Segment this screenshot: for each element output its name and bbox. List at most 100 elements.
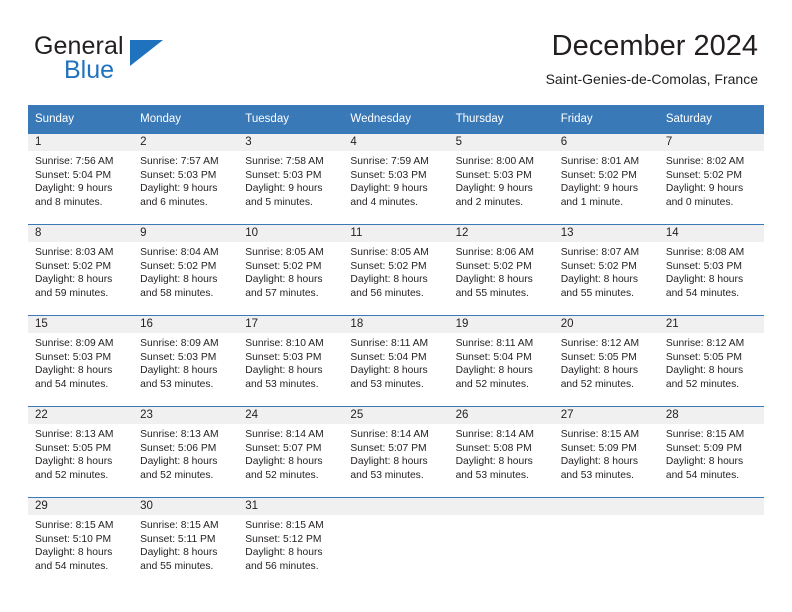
daylight-text-line2: and 52 minutes.	[455, 378, 529, 390]
day-cell-inner: 14 Sunrise: 8:08 AM Sunset: 5:03 PM Dayl…	[658, 225, 764, 315]
calendar-day-cell[interactable]: 24 Sunrise: 8:14 AM Sunset: 5:07 PM Dayl…	[238, 406, 344, 498]
calendar-day-cell[interactable]: 12 Sunrise: 8:06 AM Sunset: 5:02 PM Dayl…	[448, 224, 554, 316]
day-number: 20	[553, 316, 659, 333]
calendar-day-cell[interactable]: 31 Sunrise: 8:15 AM Sunset: 5:12 PM Dayl…	[238, 497, 344, 588]
calendar-day-cell[interactable]: 25 Sunrise: 8:14 AM Sunset: 5:07 PM Dayl…	[343, 406, 449, 498]
calendar-header-row: Sunday Monday Tuesday Wednesday Thursday…	[28, 105, 764, 134]
daylight-text-line2: and 55 minutes.	[140, 560, 214, 572]
day-cell-inner: 25 Sunrise: 8:14 AM Sunset: 5:07 PM Dayl…	[343, 407, 449, 497]
weekday-header-wednesday: Wednesday	[343, 105, 449, 134]
daylight-text-line2: and 6 minutes.	[140, 196, 208, 208]
day-number	[553, 498, 659, 515]
sunrise-text: Sunrise: 8:11 AM	[350, 338, 429, 349]
calendar-day-cell[interactable]: 17 Sunrise: 8:10 AM Sunset: 5:03 PM Dayl…	[238, 315, 344, 407]
daylight-text-line1: Daylight: 8 hours	[560, 456, 638, 468]
calendar-day-cell[interactable]: 3 Sunrise: 7:58 AM Sunset: 5:03 PM Dayli…	[238, 133, 344, 225]
sunset-text: Sunset: 5:03 PM	[35, 351, 112, 363]
calendar-day-cell-empty	[448, 497, 554, 588]
daylight-text-line1: Daylight: 9 hours	[455, 183, 533, 195]
calendar-day-cell[interactable]: 13 Sunrise: 8:07 AM Sunset: 5:02 PM Dayl…	[553, 224, 659, 316]
calendar-day-cell[interactable]: 30 Sunrise: 8:15 AM Sunset: 5:11 PM Dayl…	[133, 497, 239, 588]
day-number: 28	[658, 407, 764, 424]
brand-logo[interactable]: General Blue	[34, 32, 254, 88]
day-number: 25	[343, 407, 449, 424]
calendar-day-cell-empty	[553, 497, 659, 588]
daylight-text-line2: and 53 minutes.	[350, 378, 424, 390]
calendar-day-cell[interactable]: 28 Sunrise: 8:15 AM Sunset: 5:09 PM Dayl…	[658, 406, 764, 498]
calendar-day-cell[interactable]: 15 Sunrise: 8:09 AM Sunset: 5:03 PM Dayl…	[28, 315, 134, 407]
weekday-header-friday: Friday	[553, 105, 659, 134]
sunset-text: Sunset: 5:04 PM	[350, 351, 427, 363]
daylight-text-line1: Daylight: 8 hours	[665, 365, 744, 377]
daylight-text-line1: Daylight: 8 hours	[350, 274, 428, 286]
sunset-text: Sunset: 5:05 PM	[560, 351, 637, 363]
daylight-text-line1: Daylight: 8 hours	[35, 456, 113, 468]
sunset-text: Sunset: 5:02 PM	[560, 169, 637, 181]
calendar-day-cell[interactable]: 22 Sunrise: 8:13 AM Sunset: 5:05 PM Dayl…	[28, 406, 134, 498]
calendar-day-cell[interactable]: 23 Sunrise: 8:13 AM Sunset: 5:06 PM Dayl…	[133, 406, 239, 498]
calendar-day-cell[interactable]: 4 Sunrise: 7:59 AM Sunset: 5:03 PM Dayli…	[343, 133, 449, 225]
calendar-day-cell[interactable]: 20 Sunrise: 8:12 AM Sunset: 5:05 PM Dayl…	[553, 315, 659, 407]
calendar-week-row: 1 Sunrise: 7:56 AM Sunset: 5:04 PM Dayli…	[28, 133, 764, 225]
calendar-day-cell[interactable]: 21 Sunrise: 8:12 AM Sunset: 5:05 PM Dayl…	[658, 315, 764, 407]
day-cell-inner: 26 Sunrise: 8:14 AM Sunset: 5:08 PM Dayl…	[448, 407, 554, 497]
calendar-table: Sunday Monday Tuesday Wednesday Thursday…	[28, 105, 764, 588]
sunset-text: Sunset: 5:03 PM	[350, 169, 427, 181]
daylight-text-line1: Daylight: 8 hours	[455, 274, 533, 286]
sunrise-text: Sunrise: 8:09 AM	[35, 338, 114, 349]
sunrise-text: Sunrise: 8:12 AM	[560, 338, 640, 349]
day-number: 1	[28, 134, 134, 151]
sunset-text: Sunset: 5:02 PM	[245, 260, 322, 272]
day-number: 3	[238, 134, 344, 151]
daylight-text-line2: and 55 minutes.	[455, 287, 529, 299]
calendar-day-cell[interactable]: 2 Sunrise: 7:57 AM Sunset: 5:03 PM Dayli…	[133, 133, 239, 225]
daylight-text-line1: Daylight: 9 hours	[665, 183, 744, 195]
daylight-text-line2: and 2 minutes.	[455, 196, 524, 208]
sunset-text: Sunset: 5:02 PM	[560, 260, 637, 272]
daylight-text-line1: Daylight: 8 hours	[245, 547, 323, 559]
calendar-day-cell[interactable]: 19 Sunrise: 8:11 AM Sunset: 5:04 PM Dayl…	[448, 315, 554, 407]
day-cell-inner: 21 Sunrise: 8:12 AM Sunset: 5:05 PM Dayl…	[658, 316, 764, 406]
calendar-day-cell[interactable]: 6 Sunrise: 8:01 AM Sunset: 5:02 PM Dayli…	[553, 133, 659, 225]
day-details: Sunrise: 8:14 AM Sunset: 5:08 PM Dayligh…	[449, 424, 554, 482]
sunset-text: Sunset: 5:07 PM	[350, 442, 427, 454]
sunrise-text: Sunrise: 8:04 AM	[140, 247, 219, 258]
calendar-day-cell[interactable]: 1 Sunrise: 7:56 AM Sunset: 5:04 PM Dayli…	[28, 133, 134, 225]
calendar-day-cell-empty	[343, 497, 449, 588]
day-cell-inner: 2 Sunrise: 7:57 AM Sunset: 5:03 PM Dayli…	[133, 134, 239, 224]
sunset-text: Sunset: 5:03 PM	[455, 169, 532, 181]
day-number	[448, 498, 554, 515]
day-number: 9	[133, 225, 239, 242]
calendar-day-cell[interactable]: 7 Sunrise: 8:02 AM Sunset: 5:02 PM Dayli…	[658, 133, 764, 225]
calendar-day-cell[interactable]: 11 Sunrise: 8:05 AM Sunset: 5:02 PM Dayl…	[343, 224, 449, 316]
calendar-day-cell[interactable]: 26 Sunrise: 8:14 AM Sunset: 5:08 PM Dayl…	[448, 406, 554, 498]
daylight-text-line1: Daylight: 8 hours	[245, 456, 323, 468]
day-cell-inner: 27 Sunrise: 8:15 AM Sunset: 5:09 PM Dayl…	[553, 407, 659, 497]
day-cell-inner: 7 Sunrise: 8:02 AM Sunset: 5:02 PM Dayli…	[658, 134, 764, 224]
calendar-day-cell[interactable]: 18 Sunrise: 8:11 AM Sunset: 5:04 PM Dayl…	[343, 315, 449, 407]
day-number: 2	[133, 134, 239, 151]
sunset-text: Sunset: 5:02 PM	[455, 260, 532, 272]
daylight-text-line2: and 52 minutes.	[35, 469, 109, 481]
day-number: 31	[238, 498, 344, 515]
calendar-day-cell[interactable]: 10 Sunrise: 8:05 AM Sunset: 5:02 PM Dayl…	[238, 224, 344, 316]
day-cell-inner	[343, 498, 449, 588]
calendar-day-cell[interactable]: 8 Sunrise: 8:03 AM Sunset: 5:02 PM Dayli…	[28, 224, 134, 316]
calendar-day-cell[interactable]: 29 Sunrise: 8:15 AM Sunset: 5:10 PM Dayl…	[28, 497, 134, 588]
day-cell-inner: 3 Sunrise: 7:58 AM Sunset: 5:03 PM Dayli…	[238, 134, 344, 224]
day-details: Sunrise: 8:14 AM Sunset: 5:07 PM Dayligh…	[343, 424, 448, 482]
calendar-day-cell[interactable]: 27 Sunrise: 8:15 AM Sunset: 5:09 PM Dayl…	[553, 406, 659, 498]
sunset-text: Sunset: 5:05 PM	[35, 442, 112, 454]
calendar-day-cell[interactable]: 16 Sunrise: 8:09 AM Sunset: 5:03 PM Dayl…	[133, 315, 239, 407]
day-details: Sunrise: 8:11 AM Sunset: 5:04 PM Dayligh…	[449, 333, 554, 391]
day-details: Sunrise: 8:15 AM Sunset: 5:12 PM Dayligh…	[238, 515, 343, 573]
calendar-day-cell[interactable]: 5 Sunrise: 8:00 AM Sunset: 5:03 PM Dayli…	[448, 133, 554, 225]
sunset-text: Sunset: 5:10 PM	[35, 533, 112, 545]
calendar-day-cell[interactable]: 14 Sunrise: 8:08 AM Sunset: 5:03 PM Dayl…	[658, 224, 764, 316]
daylight-text-line1: Daylight: 8 hours	[140, 547, 218, 559]
title-block: December 2024 Saint-Genies-de-Comolas, F…	[546, 28, 758, 88]
calendar-day-cell[interactable]: 9 Sunrise: 8:04 AM Sunset: 5:02 PM Dayli…	[133, 224, 239, 316]
sunset-text: Sunset: 5:03 PM	[245, 351, 322, 363]
sunset-text: Sunset: 5:08 PM	[455, 442, 532, 454]
daylight-text-line1: Daylight: 8 hours	[245, 365, 323, 377]
